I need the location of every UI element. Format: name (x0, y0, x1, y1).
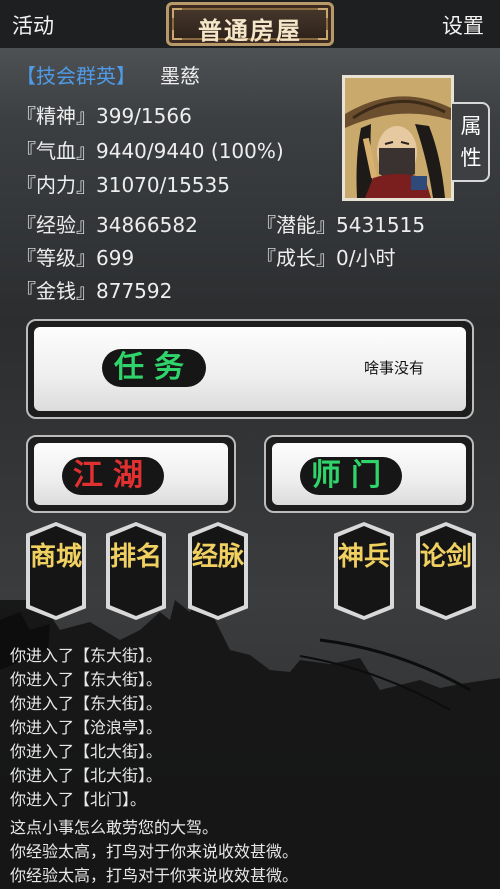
attributes-tab[interactable]: 属性 (452, 102, 490, 182)
task-panel[interactable]: 任务 啥事没有 (26, 319, 474, 419)
stat-value: 699 (96, 246, 135, 270)
task-status-text: 啥事没有 (364, 359, 425, 377)
player-name: 墨慈 (160, 64, 200, 88)
log-line: 你进入了【东大街】。 (10, 646, 163, 665)
stat-potential: 『潜能』5431515 (256, 209, 425, 238)
stat-value: 0/小时 (336, 246, 396, 270)
location-title: 普通房屋 (198, 16, 302, 45)
shop-button[interactable]: 商城 (26, 522, 86, 620)
stat-label: 『内力』 (16, 173, 96, 197)
faction-tag[interactable]: 【技会群英】 (16, 60, 136, 89)
top-bar: 活动 普通房屋 设置 (0, 0, 500, 48)
stat-label: 『成长』 (256, 246, 336, 270)
stat-money: 『金钱』877592 (16, 275, 172, 304)
stat-value: 877592 (96, 279, 173, 303)
task-panel-body: 任务 啥事没有 (34, 327, 466, 411)
log-line: 你进入了【东大街】。 (10, 694, 163, 713)
log-line: 你进入了【北大街】。 (10, 766, 163, 785)
stat-growth: 『成长』0/小时 (256, 242, 395, 271)
sword-discussion-label: 论剑 (420, 542, 473, 572)
divine-weapon-button-body: 神兵 (338, 526, 390, 616)
stat-level: 『等级』699 (16, 242, 134, 271)
sword-discussion-button[interactable]: 论剑 (416, 522, 476, 620)
stat-label: 『气血』 (16, 139, 96, 163)
stat-label: 『金钱』 (16, 279, 96, 303)
shimen-button[interactable]: 师门 (264, 435, 474, 513)
shop-label: 商城 (30, 542, 83, 572)
task-label: 任务 (102, 349, 206, 387)
stat-neili: 『内力』31070/15535 (16, 169, 230, 198)
ranking-button-body: 排名 (110, 526, 162, 616)
stat-label: 『经验』 (16, 213, 96, 237)
stat-value: 5431515 (336, 213, 426, 237)
stat-exp: 『经验』34866582 (16, 209, 198, 238)
stat-label: 『等级』 (16, 246, 96, 270)
attributes-tab-label: 属性 (460, 114, 482, 170)
jianghu-button[interactable]: 江湖 (26, 435, 236, 513)
divine-weapon-button[interactable]: 神兵 (334, 522, 394, 620)
log-line: 这点小事怎么敢劳您的大驾。 (10, 818, 219, 837)
log-line: 你进入了【沧浪亭】。 (10, 718, 163, 737)
ranking-label: 排名 (110, 542, 163, 572)
stat-value: 34866582 (96, 213, 198, 237)
character-portrait[interactable] (342, 75, 454, 201)
meridians-label: 经脉 (192, 542, 245, 572)
divine-weapon-label: 神兵 (338, 542, 391, 572)
jianghu-button-body: 江湖 (34, 443, 228, 505)
shimen-button-body: 师门 (272, 443, 466, 505)
shimen-label: 师门 (300, 457, 402, 495)
log-line: 你进入了【北门】。 (10, 790, 147, 809)
stat-label: 『潜能』 (256, 213, 336, 237)
stat-value: 9440/9440 (100%) (96, 139, 284, 163)
ranking-button[interactable]: 排名 (106, 522, 166, 620)
shop-button-body: 商城 (30, 526, 82, 616)
meridians-button[interactable]: 经脉 (188, 522, 248, 620)
location-title-plaque: 普通房屋 (166, 2, 334, 46)
stat-hp: 『气血』9440/9440 (100%) (16, 135, 284, 164)
character-portrait-art (345, 78, 451, 198)
activity-button[interactable]: 活动 (12, 10, 54, 40)
settings-button[interactable]: 设置 (442, 10, 484, 40)
sword-discussion-button-body: 论剑 (420, 526, 472, 616)
stat-label: 『精神』 (16, 104, 96, 128)
log-line: 你经验太高，打鸟对于你来说收效甚微。 (10, 842, 299, 861)
stat-value: 31070/15535 (96, 173, 230, 197)
stat-value: 399/1566 (96, 104, 192, 128)
stat-spirit: 『精神』399/1566 (16, 100, 192, 129)
meridians-button-body: 经脉 (192, 526, 244, 616)
log-line: 你经验太高，打鸟对于你来说收效甚微。 (10, 866, 299, 885)
jianghu-label: 江湖 (62, 457, 164, 495)
log-line: 你进入了【东大街】。 (10, 670, 163, 689)
log-line: 你进入了【北大街】。 (10, 742, 163, 761)
